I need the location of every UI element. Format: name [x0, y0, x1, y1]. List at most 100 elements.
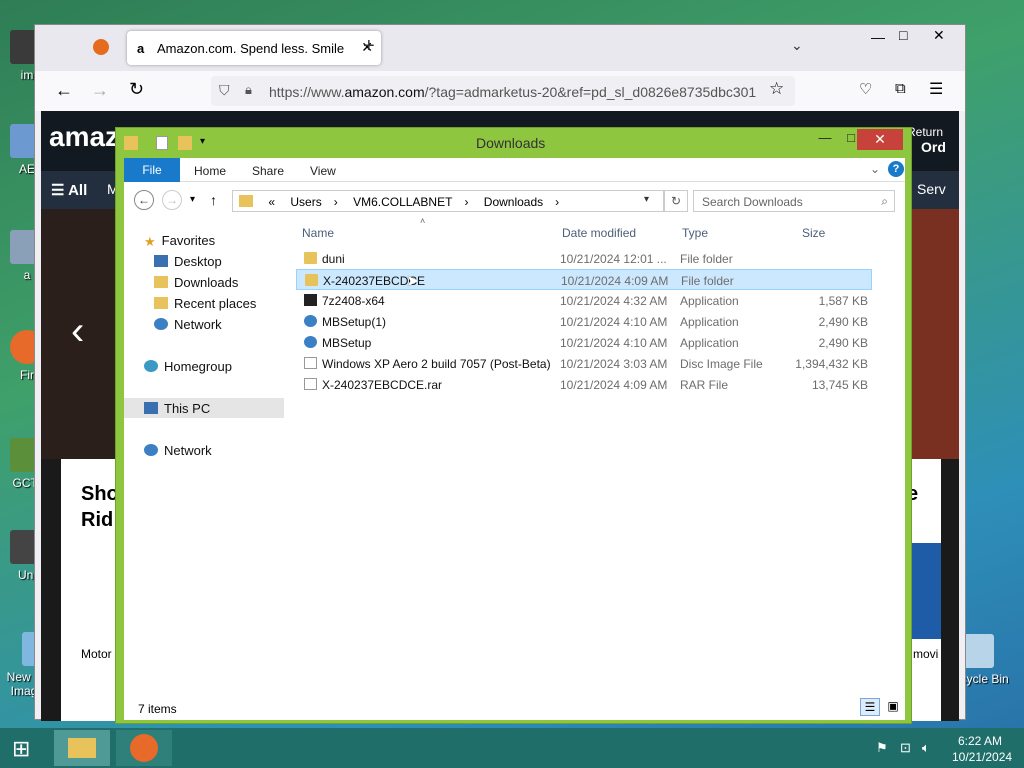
forward-icon[interactable]: →: [91, 80, 109, 101]
explorer-body: ← → ▾ ↑ « Users › VM6.COLLABNET › Download…: [124, 182, 905, 720]
nav-this-pc[interactable]: This PC: [124, 398, 284, 418]
product-link[interactable]: Motor: [81, 647, 112, 661]
new-tab-button[interactable]: +: [363, 35, 375, 58]
back-icon[interactable]: ←: [134, 190, 154, 210]
up-arrow-icon[interactable]: ↑: [210, 192, 217, 208]
nav-homegroup[interactable]: Homegroup: [144, 359, 232, 374]
file-name: MBSetup(1): [322, 315, 387, 329]
pocket-icon[interactable]: ♡: [859, 80, 872, 98]
star-icon: ★: [144, 234, 156, 249]
breadcrumb-vm6[interactable]: VM6.COLLABNET: [353, 195, 452, 209]
file-row[interactable]: duni 10/21/2024 12:01 ... File folder: [296, 248, 872, 269]
file-type: Application: [680, 294, 739, 308]
tab-file[interactable]: File: [124, 158, 180, 182]
file-size: 1,587 KB: [818, 294, 868, 308]
large-icons-view-icon[interactable]: ▣: [884, 698, 902, 716]
tab-amazon[interactable]: a Amazon.com. Spend less. Smile ✕: [127, 31, 381, 65]
column-header-type[interactable]: Type: [682, 226, 708, 240]
address-dropdown-chevron-icon[interactable]: ▾: [644, 194, 649, 205]
tab-share[interactable]: Share: [252, 164, 284, 178]
taskbar-file-explorer[interactable]: [54, 730, 110, 766]
nav-network[interactable]: Network: [144, 443, 212, 458]
tab-home[interactable]: Home: [194, 164, 226, 178]
explorer-window: ▾ Downloads — □ ✕ File Home Share View ⌄…: [115, 127, 912, 724]
column-header-name[interactable]: Name: [302, 226, 334, 240]
amazon-logo[interactable]: amaz: [49, 121, 119, 153]
nav-desktop[interactable]: Desktop: [154, 254, 222, 269]
tab-list-chevron-icon[interactable]: ⌄: [791, 37, 803, 54]
customer-service-link[interactable]: Serv: [917, 181, 946, 197]
mouse-cursor-icon: ➤: [406, 273, 420, 290]
menu-icon[interactable]: ☰: [929, 79, 943, 99]
nav-recent-places[interactable]: Recent places: [154, 296, 256, 311]
forward-icon[interactable]: →: [162, 190, 182, 210]
clock-date[interactable]: 10/21/2024: [952, 750, 1012, 764]
product-link[interactable]: movi: [913, 647, 938, 661]
file-date: 10/21/2024 4:10 AM: [560, 336, 668, 350]
ribbon-expand-chevron-icon[interactable]: ⌄: [870, 162, 880, 176]
window-title: Downloads: [476, 135, 546, 151]
recent-locations-chevron-icon[interactable]: ▾: [190, 194, 195, 205]
column-header-size[interactable]: Size: [802, 226, 825, 240]
tab-view[interactable]: View: [310, 164, 336, 178]
new-folder-icon[interactable]: [178, 136, 192, 150]
minimize-button[interactable]: —: [871, 29, 885, 45]
file-name: 7z2408-x64: [322, 294, 385, 308]
homegroup-icon: [144, 360, 158, 372]
returns-link[interactable]: Return: [907, 125, 943, 139]
computer-icon: [144, 402, 158, 414]
recent-places-icon: [154, 297, 168, 309]
shield-icon[interactable]: ⛉: [219, 82, 230, 99]
carousel-prev-icon[interactable]: ‹: [71, 309, 84, 354]
search-input[interactable]: Search Downloads ⌕: [693, 190, 895, 212]
column-header-date-modified[interactable]: Date modified: [562, 226, 636, 240]
taskbar-firefox[interactable]: [116, 730, 172, 766]
file-row[interactable]: MBSetup(1) 10/21/2024 4:10 AM Application 2…: [296, 311, 872, 332]
doc-icon: [304, 378, 317, 390]
explorer-title-bar[interactable]: ▾ Downloads — □ ✕: [116, 128, 911, 158]
orders-link[interactable]: Ord: [921, 139, 946, 155]
product-image[interactable]: [911, 543, 941, 639]
file-row[interactable]: 7z2408-x64 10/21/2024 4:32 AM Application 1…: [296, 290, 872, 311]
refresh-icon[interactable]: ↻: [664, 190, 688, 212]
firefox-icon: [130, 734, 158, 762]
file-row[interactable]: X-240237EBCDCE.rar 10/21/2024 4:09 AM RAR …: [296, 374, 872, 395]
file-type: File folder: [681, 274, 734, 288]
file-row[interactable]: Windows XP Aero 2 build 7057 (Post-Beta)…: [296, 353, 872, 374]
file-name: MBSetup: [322, 336, 372, 350]
address-bar[interactable]: « Users › VM6.COLLABNET › Downloads ›: [232, 190, 664, 212]
details-view-icon[interactable]: ☰: [860, 698, 880, 716]
quick-access-chevron-icon[interactable]: ▾: [200, 136, 205, 147]
file-row[interactable]: MBSetup 10/21/2024 4:10 AM Application 2,49…: [296, 332, 872, 353]
breadcrumb-downloads[interactable]: Downloads: [484, 195, 543, 209]
url-input[interactable]: ⛉ 🔒︎ https://www.amazon.com/?tag=admarke…: [211, 76, 795, 106]
breadcrumb-users[interactable]: Users: [290, 195, 321, 209]
nav-favorites[interactable]: ★ Favorites: [144, 233, 215, 249]
taskbar: ⊞ ⚑ ⊡ 🔈︎ 6:22 AM 10/21/2024: [0, 728, 1024, 768]
network-status-icon[interactable]: ⊡: [900, 740, 911, 756]
back-icon[interactable]: ←: [55, 80, 73, 101]
nav-network-favorite[interactable]: Network: [154, 317, 222, 332]
close-window-button[interactable]: ✕: [933, 27, 945, 44]
file-size: 1,394,432 KB: [795, 357, 868, 371]
firefox-icon[interactable]: [93, 39, 109, 55]
properties-icon[interactable]: [156, 136, 168, 150]
lock-icon: 🔒︎: [245, 82, 252, 97]
start-button[interactable]: ⊞: [12, 736, 30, 762]
bookmark-star-icon[interactable]: ☆: [769, 79, 784, 99]
minimize-button[interactable]: —: [812, 130, 838, 148]
hamburger-all-button[interactable]: ☰ All: [51, 181, 87, 199]
reload-icon[interactable]: ↻: [129, 79, 144, 100]
volume-icon[interactable]: 🔈︎: [922, 740, 930, 756]
maximize-button[interactable]: □: [899, 27, 907, 43]
file-row[interactable]: X-240237EBCDCE 10/21/2024 4:09 AM File fol…: [296, 269, 872, 290]
ribbon-tabs: File Home Share View ⌄ ?: [124, 158, 905, 182]
help-icon[interactable]: ?: [888, 161, 904, 177]
flag-icon[interactable]: ⚑: [876, 740, 888, 756]
app-icon: [304, 315, 317, 327]
folder-icon: [304, 252, 317, 264]
clock-time[interactable]: 6:22 AM: [958, 734, 1002, 748]
nav-downloads[interactable]: Downloads: [154, 275, 238, 290]
close-button[interactable]: ✕: [857, 129, 903, 150]
extensions-icon[interactable]: ⧉: [895, 80, 906, 97]
